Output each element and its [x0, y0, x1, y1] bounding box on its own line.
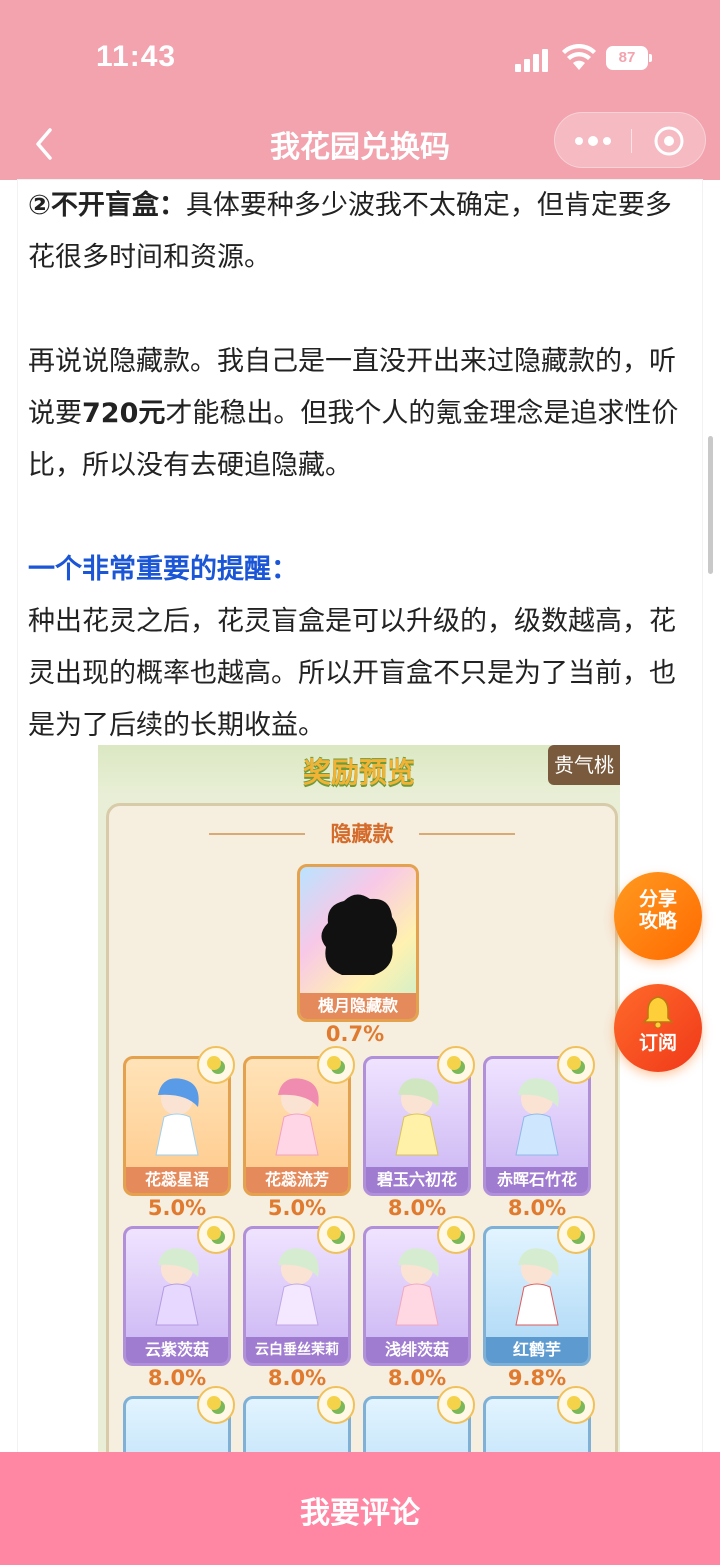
- section-heading: 一个非常重要的提醒：: [28, 554, 298, 585]
- flower-badge-icon: [317, 1216, 355, 1254]
- fairy-figure-icon: [395, 1078, 439, 1156]
- paragraph-no-blindbox: ②不开盲盒：具体要种多少波我不太确定，但肯定要多花很多时间和资源。: [28, 180, 688, 284]
- flower-badge-icon: [197, 1046, 235, 1084]
- paragraph-label: ②不开盲盒：: [28, 190, 186, 221]
- share-guide-button[interactable]: 分享 攻略: [614, 872, 702, 960]
- fairy-figure-icon: [155, 1248, 199, 1326]
- item-name: 碧玉六初花: [366, 1167, 468, 1193]
- image-title: 奖励预览: [302, 756, 415, 789]
- share-label-line2: 攻略: [638, 910, 677, 932]
- item-name: 云紫茨菇: [126, 1337, 228, 1363]
- flower-badge-icon: [557, 1216, 595, 1254]
- divider: [419, 833, 515, 835]
- share-label-line1: 分享: [638, 888, 677, 910]
- capsule-divider: [631, 129, 632, 153]
- flower-badge-icon: [317, 1386, 355, 1424]
- flower-badge-icon: [437, 1386, 475, 1424]
- item-name: 云白垂丝茉莉: [246, 1337, 348, 1363]
- item-name: 赤晖石竹花: [486, 1167, 588, 1193]
- item-rate: 0.7%: [325, 1022, 385, 1046]
- cellular-signal-icon: [515, 48, 551, 72]
- nav-bar: 我花园兑换码: [0, 110, 720, 180]
- flower-badge-icon: [557, 1386, 595, 1424]
- paragraph-hidden-item: 再说说隐藏款。我自己是一直没开出来过隐藏款的，听说要720元才能稳出。但我个人的…: [28, 336, 688, 492]
- paragraph-reminder: 种出花灵之后，花灵盲盒是可以升级的，级数越高，花灵出现的概率也越高。所以开盲盒不…: [28, 606, 676, 741]
- flower-badge-icon: [197, 1386, 235, 1424]
- close-miniapp-icon[interactable]: [653, 125, 685, 157]
- flower-badge-icon: [197, 1216, 235, 1254]
- reward-preview-image[interactable]: 奖励预览 贵气桃 隐藏款 槐月隐藏款 0.7% 花蕊星语 5.0% 花蕊流芳 5…: [98, 745, 620, 1452]
- reward-panel: 隐藏款 槐月隐藏款 0.7% 花蕊星语 5.0% 花蕊流芳 5.0% 碧玉六初花…: [106, 803, 618, 1452]
- image-side-tab: 贵气桃: [548, 745, 620, 785]
- flower-badge-icon: [437, 1046, 475, 1084]
- comment-button[interactable]: 我要评论: [0, 1488, 720, 1532]
- subscribe-button[interactable]: 订阅: [614, 984, 702, 1072]
- flower-badge-icon: [437, 1216, 475, 1254]
- hidden-item-card: 槐月隐藏款: [297, 864, 419, 1022]
- price-highlight: 720元: [82, 398, 166, 429]
- more-dots-icon[interactable]: [573, 131, 613, 151]
- status-time: 11:43: [96, 40, 177, 73]
- subscribe-label: 订阅: [638, 1032, 677, 1054]
- section-title: 隐藏款: [330, 822, 394, 846]
- item-name: 花蕊流芳: [246, 1167, 348, 1193]
- comment-bar[interactable]: 我要评论: [0, 1452, 720, 1565]
- image-header: 奖励预览 贵气桃: [98, 745, 620, 795]
- fairy-figure-icon: [275, 1248, 319, 1326]
- scrollbar[interactable]: [708, 436, 713, 574]
- status-bar: 11:43 87: [0, 0, 720, 110]
- miniapp-capsule: [554, 112, 706, 168]
- article-body: ②不开盲盒：具体要种多少波我不太确定，但肯定要多花很多时间和资源。 再说说隐藏款…: [28, 180, 688, 752]
- silhouette-figure-icon: [321, 894, 397, 975]
- fairy-figure-icon: [275, 1078, 319, 1156]
- fairy-figure-icon: [515, 1078, 559, 1156]
- flower-badge-icon: [317, 1046, 355, 1084]
- wifi-icon: [562, 44, 596, 70]
- fairy-figure-icon: [515, 1248, 559, 1326]
- flower-badge-icon: [557, 1046, 595, 1084]
- item-name: 花蕊星语: [126, 1167, 228, 1193]
- item-name: 浅绯茨菇: [366, 1337, 468, 1363]
- article-content[interactable]: ②不开盲盒：具体要种多少波我不太确定，但肯定要多花很多时间和资源。 再说说隐藏款…: [18, 180, 702, 1452]
- fairy-figure-icon: [155, 1078, 199, 1156]
- bell-icon: [642, 996, 674, 1028]
- item-name: 槐月隐藏款: [300, 993, 416, 1019]
- item-name: 红鹤芋: [486, 1337, 588, 1363]
- battery-icon: 87: [606, 46, 652, 70]
- fairy-figure-icon: [395, 1248, 439, 1326]
